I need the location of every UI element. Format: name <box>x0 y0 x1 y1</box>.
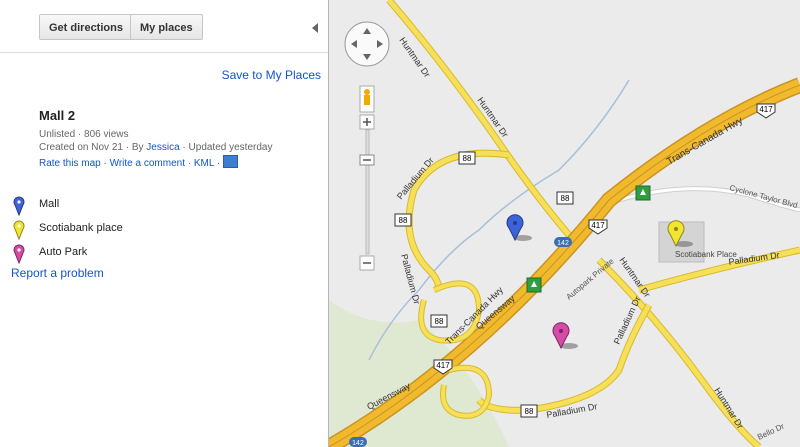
map-area[interactable]: Huntmar Dr Huntmar Dr Huntmar Dr Huntmar… <box>329 0 800 447</box>
kml-link[interactable]: KML <box>194 158 214 169</box>
road-huntmar-north <box>387 0 571 237</box>
svg-text:142: 142 <box>352 440 364 447</box>
zoom-control[interactable] <box>359 114 375 271</box>
svg-text:417: 417 <box>436 361 450 370</box>
report-problem-link[interactable]: Report a problem <box>11 266 104 280</box>
collapse-panel-icon[interactable] <box>312 23 318 33</box>
label-scotiabank: Scotiabank Place <box>675 250 737 259</box>
route-417-shield: 417 <box>756 103 776 119</box>
tch-maple-shield <box>526 277 542 293</box>
zoom-slider-track <box>365 129 370 255</box>
pink-pin-icon <box>13 244 25 265</box>
map-stats: Unlisted · 806 views <box>39 129 129 140</box>
write-comment-link[interactable]: Write a comment <box>110 158 185 169</box>
my-places-button[interactable]: My places <box>130 14 203 40</box>
place-label: Scotiabank place <box>39 222 123 234</box>
map-actions: Rate this map · Write a comment · KML · <box>39 155 238 169</box>
tch-maple-shield <box>635 185 651 201</box>
toolbar: Get directions My places <box>0 0 328 53</box>
author-link[interactable]: Jessica <box>146 142 179 153</box>
svg-text:417: 417 <box>759 105 773 114</box>
svg-text:142: 142 <box>557 240 569 247</box>
views-count: 806 views <box>84 129 129 140</box>
google-earth-icon[interactable] <box>222 155 238 168</box>
route-88-shield: 88 <box>394 213 412 227</box>
label-huntmar-4: Huntmar Dr <box>712 386 745 431</box>
svg-text:88: 88 <box>561 194 570 203</box>
map-created-line: Created on Nov 21 · By Jessica · Updated… <box>39 142 272 153</box>
updated-text: · Updated yesterday <box>182 142 273 153</box>
place-label: Mall <box>39 198 60 210</box>
visibility-text: Unlisted <box>39 129 76 140</box>
list-item[interactable]: Auto Park <box>12 244 87 265</box>
save-to-my-places-link[interactable]: Save to My Places <box>222 68 321 82</box>
route-88-shield: 88 <box>430 314 448 328</box>
autopark-marker-pin-icon[interactable] <box>552 322 578 350</box>
label-bellotto: Bello Dr <box>756 421 786 441</box>
get-directions-button[interactable]: Get directions <box>39 14 133 40</box>
route-142-shield: 142 <box>349 437 367 447</box>
place-label: Auto Park <box>39 246 88 258</box>
svg-text:88: 88 <box>525 407 534 416</box>
svg-text:88: 88 <box>435 317 444 326</box>
svg-text:88: 88 <box>463 154 472 163</box>
label-autopark: Autopark Private <box>565 256 617 301</box>
left-panel: Get directions My places Save to My Plac… <box>0 0 329 447</box>
blue-pin-icon <box>13 196 25 217</box>
yellow-pin-icon <box>13 220 25 241</box>
map-title: Mall 2 <box>39 108 76 123</box>
rate-map-link[interactable]: Rate this map <box>39 158 101 169</box>
label-cyclone-taylor: Cyclone Taylor Blvd <box>728 183 798 210</box>
route-88-shield: 88 <box>458 151 476 165</box>
svg-text:417: 417 <box>591 221 605 230</box>
route-142-shield: 142 <box>554 237 572 247</box>
pegman-icon[interactable] <box>359 85 375 113</box>
pan-control[interactable] <box>344 21 390 67</box>
created-text: Created on Nov 21 · By <box>39 142 144 153</box>
route-88-shield: 88 <box>520 404 538 418</box>
svg-text:88: 88 <box>399 216 408 225</box>
list-item[interactable]: Mall <box>12 196 59 217</box>
mall-marker-pin-icon[interactable] <box>506 214 532 242</box>
route-88-shield: 88 <box>556 191 574 205</box>
map-canvas[interactable]: Huntmar Dr Huntmar Dr Huntmar Dr Huntmar… <box>329 0 800 447</box>
list-item[interactable]: Scotiabank place <box>12 220 123 241</box>
